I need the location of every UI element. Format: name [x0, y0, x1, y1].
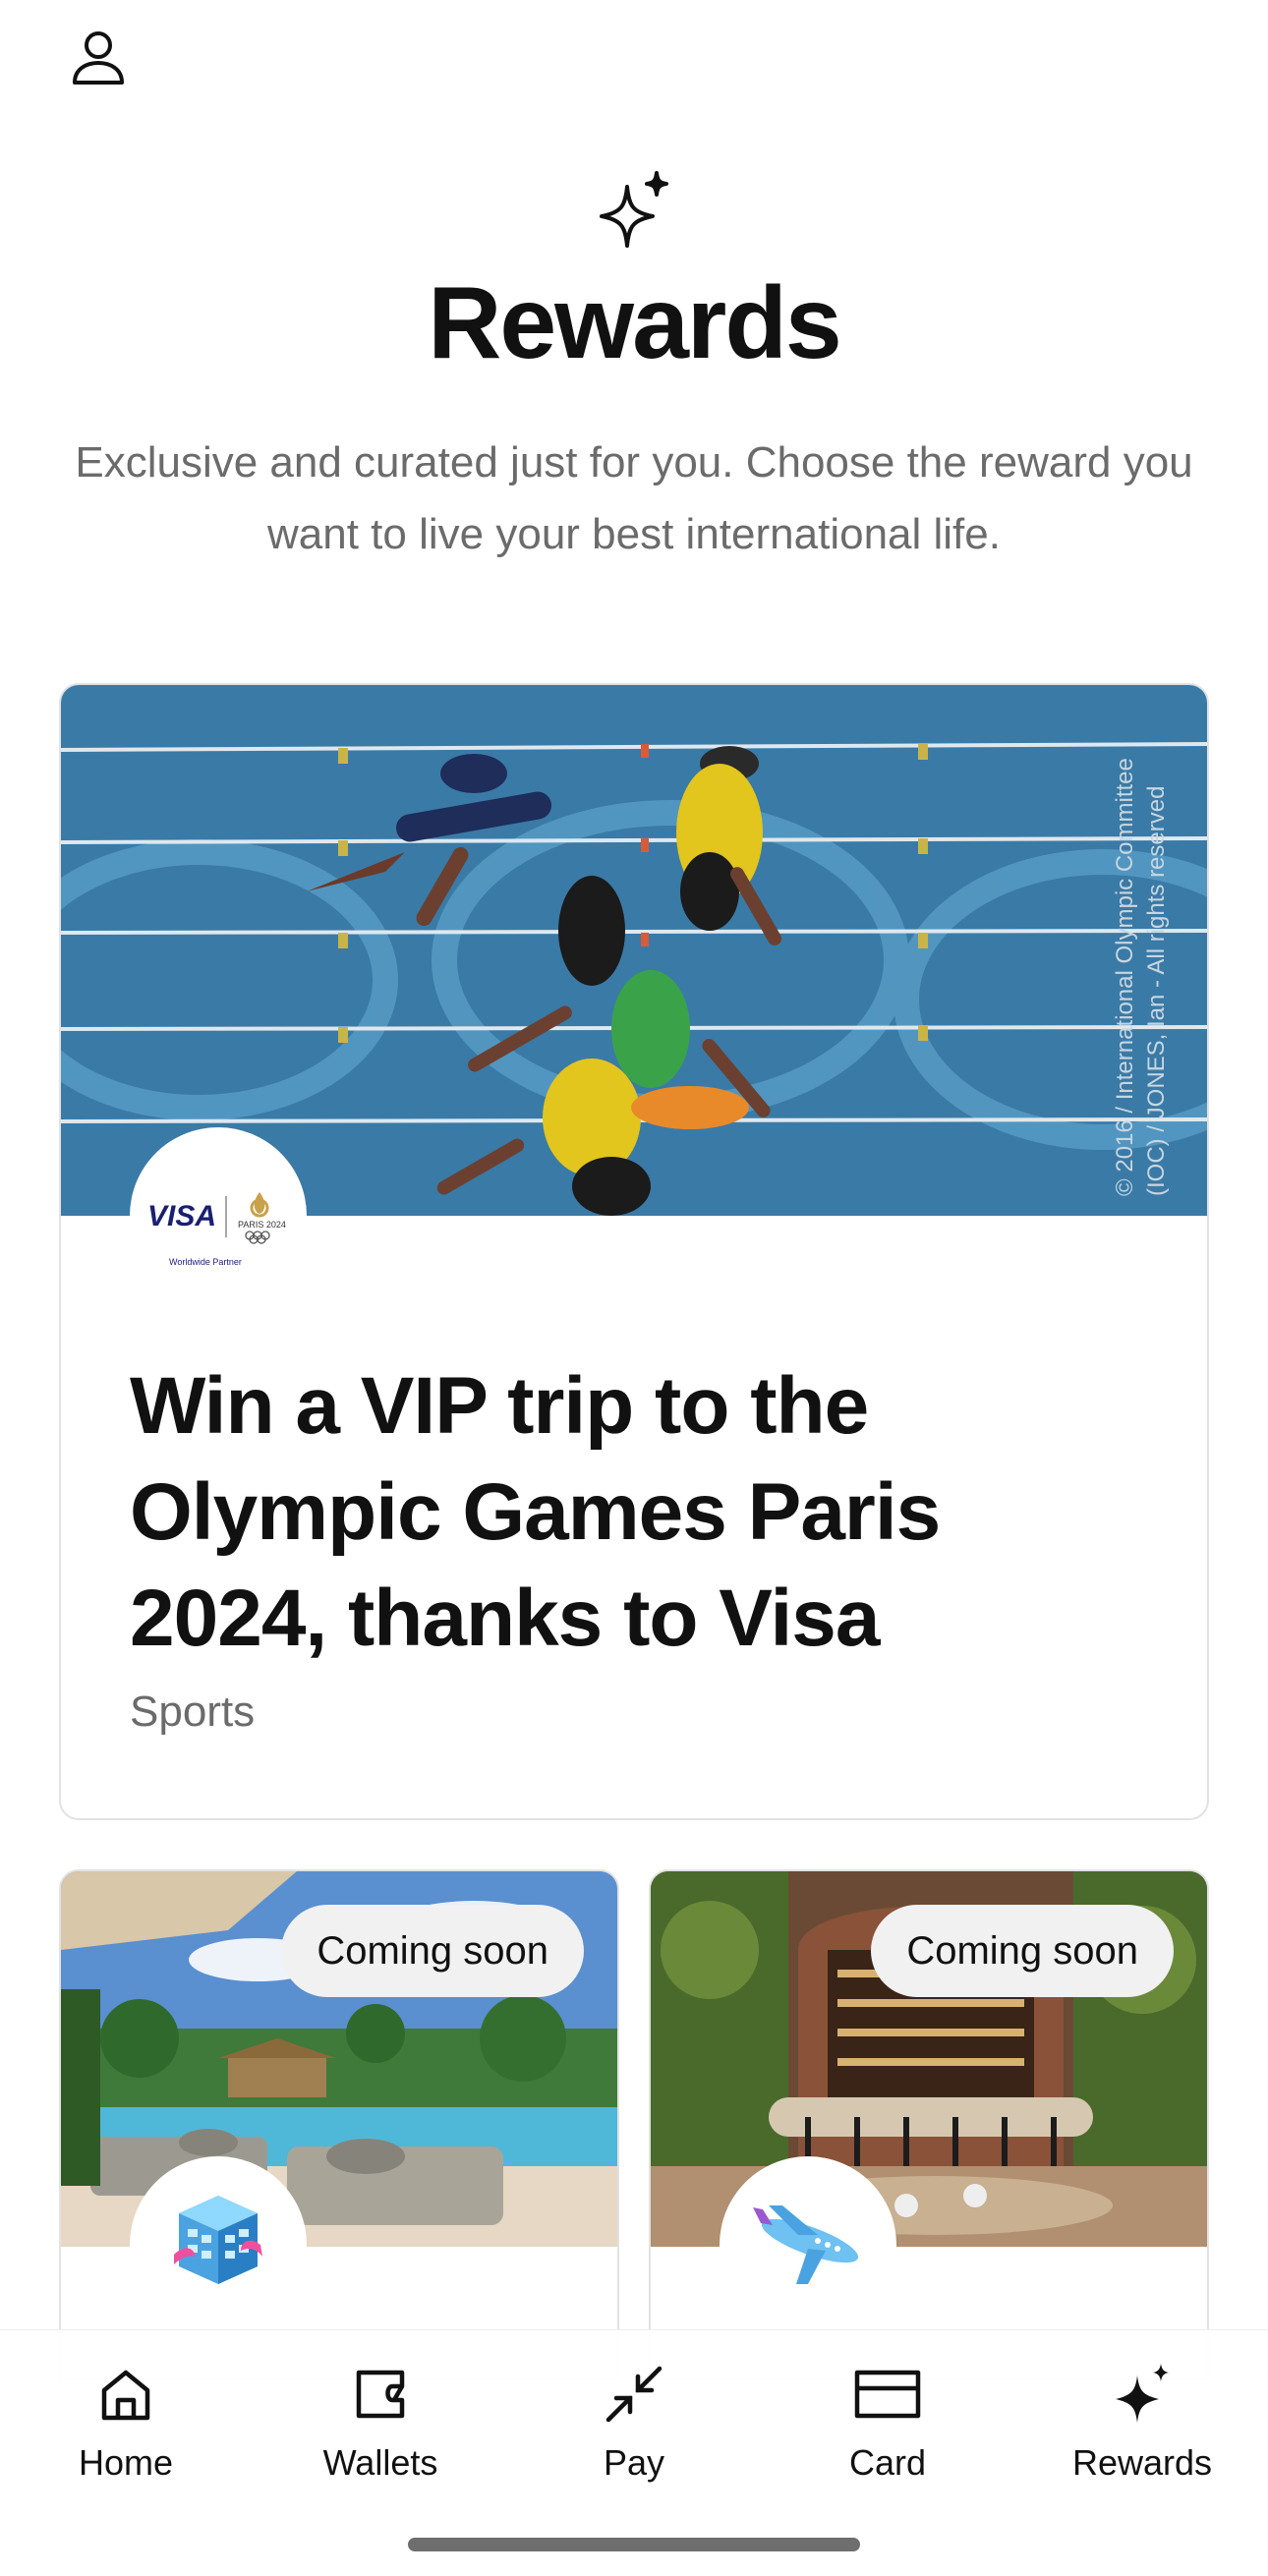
- photo-copyright-line2: (IOC) / JONES, Ian - All rights reserved: [1143, 786, 1170, 1196]
- card-icon: [854, 2370, 921, 2419]
- reward-card-travel[interactable]: Coming soon: [649, 1869, 1209, 2380]
- tab-label-wallets: Wallets: [322, 2442, 438, 2483]
- tab-pay[interactable]: Pay: [536, 2360, 732, 2507]
- sparkle-icon: [1116, 2364, 1169, 2423]
- paris-2024-text: PARIS 2024: [238, 1220, 286, 1230]
- person-outline-icon: [73, 31, 124, 85]
- pay-arrows-icon: [605, 2366, 663, 2423]
- home-icon: [101, 2370, 150, 2421]
- home-indicator: [408, 2538, 860, 2551]
- airplane-icon: [753, 2205, 859, 2284]
- tab-rewards[interactable]: Rewards: [1044, 2360, 1240, 2507]
- page-subtitle: Exclusive and curated just for you. Choo…: [75, 438, 1193, 558]
- visa-paris-logo: VISA PARIS 2024 Worldwide Partner: [130, 1127, 307, 1304]
- tab-label-rewards: Rewards: [1071, 2442, 1213, 2483]
- tab-label-pay: Pay: [603, 2442, 665, 2483]
- profile-button[interactable]: [61, 20, 136, 94]
- featured-reward-title: Win a VIP trip to the Olympic Games Pari…: [130, 1361, 941, 1663]
- page-title: Rewards: [428, 266, 842, 380]
- tab-label-home: Home: [78, 2442, 174, 2483]
- featured-reward-card[interactable]: © 2016 / International Olympic Committee…: [59, 683, 1209, 1820]
- reward-brand-circle: [130, 2156, 307, 2333]
- reward-card-hotel[interactable]: Coming soon: [59, 1869, 619, 2380]
- sparkle-icon: [600, 171, 668, 248]
- hotel-building-icon: [174, 2196, 262, 2284]
- coming-soon-badge: Coming soon: [871, 1905, 1174, 1997]
- worldwide-partner-text: Worldwide Partner: [169, 1257, 242, 1267]
- featured-reward-category: Sports: [130, 1688, 256, 1736]
- wallet-icon: [356, 2370, 405, 2419]
- tab-home[interactable]: Home: [28, 2360, 224, 2507]
- tab-wallets[interactable]: Wallets: [282, 2360, 479, 2507]
- reward-brand-circle: [720, 2156, 896, 2333]
- tab-label-card: Card: [848, 2442, 927, 2483]
- tab-card[interactable]: Card: [789, 2360, 986, 2507]
- coming-soon-badge: Coming soon: [281, 1905, 584, 1997]
- visa-wordmark: VISA: [147, 1200, 216, 1232]
- photo-copyright-line1: © 2016 / International Olympic Committee: [1112, 758, 1138, 1196]
